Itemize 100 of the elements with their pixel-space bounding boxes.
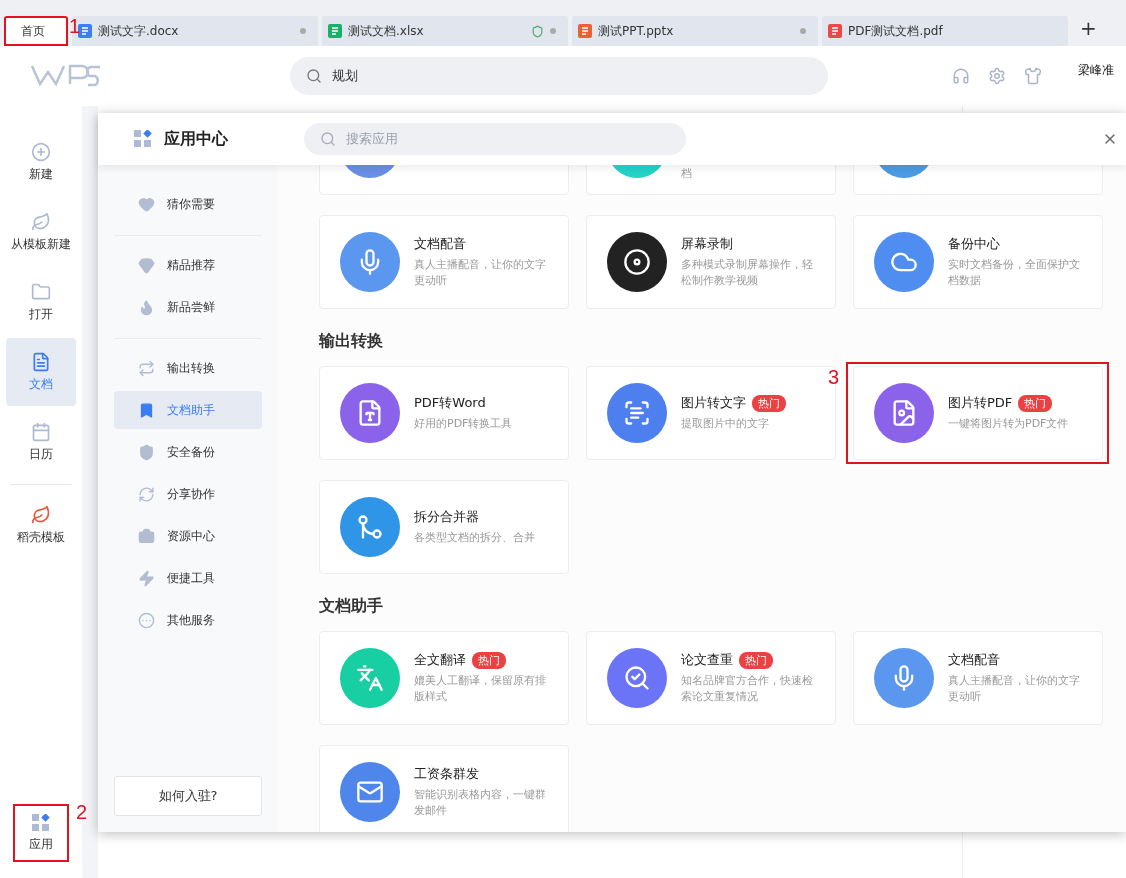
headset-icon[interactable] [952, 67, 970, 85]
search-field[interactable]: 规划 [290, 57, 828, 95]
tab-label: 首页 [21, 22, 45, 40]
app-description: 档 [681, 166, 692, 182]
file-type-icon [578, 24, 592, 38]
new-tab-button[interactable]: + [1080, 16, 1097, 40]
app-card[interactable]: 文档配音 真人主播配音，让你的文字更动听 [319, 215, 569, 309]
join-button[interactable]: 如何入驻? [114, 776, 262, 816]
search-icon [320, 131, 336, 147]
hot-badge: 热门 [739, 651, 773, 669]
sidebar-label: 稻壳模板 [17, 528, 65, 546]
shield-icon [531, 24, 544, 38]
sidebar-item[interactable]: 打开 [6, 268, 76, 336]
shirt-icon[interactable] [1024, 67, 1042, 85]
category-icon [138, 611, 155, 629]
app-card[interactable]: PDF转Word 好用的PDF转换工具 [319, 366, 569, 460]
sidebar-item[interactable]: 从模板新建 [6, 198, 76, 266]
app-name: 全文翻译 [414, 651, 466, 669]
category-icon [138, 401, 155, 419]
category-label: 资源中心 [167, 527, 215, 545]
category-item[interactable]: 精品推荐 [114, 246, 262, 284]
app-name: 图片转文字 [681, 394, 746, 412]
sidebar-label: 文档 [29, 375, 53, 393]
document-tab[interactable]: 测试文档.xlsx [322, 16, 568, 46]
sidebar-icon [31, 281, 51, 302]
app-description: 多种模式录制屏幕操作，轻松制作教学视频 [681, 257, 814, 289]
file-type-icon [78, 24, 92, 38]
app-name: 论文查重 [681, 651, 733, 669]
settings-icon[interactable] [988, 67, 1006, 85]
hot-badge: 热门 [1018, 394, 1053, 412]
app-description: 实时文档备份，全面保护文档数据 [948, 257, 1081, 289]
category-label: 分享协作 [167, 485, 215, 503]
tab-label: 测试PPT.pptx [598, 22, 675, 40]
app-name: 图片转PDF [948, 394, 1013, 412]
sidebar-item[interactable]: 稻壳模板 [6, 491, 76, 559]
app-card[interactable]: 论文查重 热门 知名品牌官方合作，快速检索论文重复情况 [586, 631, 836, 725]
category-icon [138, 569, 155, 587]
app-name: 文档配音 [414, 235, 466, 253]
user-name[interactable]: 梁峰准 [1078, 62, 1114, 79]
app-description: 各类型文档的拆分、合并 [414, 530, 535, 546]
category-item[interactable]: 其他服务 [114, 601, 262, 639]
category-label: 文档助手 [167, 401, 215, 419]
sidebar-label: 应用 [29, 835, 53, 853]
category-item[interactable]: 安全备份 [114, 433, 262, 471]
logo-icon [30, 64, 102, 88]
sidebar-icon [31, 211, 51, 232]
category-label: 输出转换 [167, 359, 215, 377]
apps-icon [32, 813, 50, 832]
app-card[interactable]: 文档配音 真人主播配音，让你的文字更动听 [853, 631, 1103, 725]
category-icon [138, 298, 155, 316]
annotation-number: 2 [75, 802, 87, 822]
app-card[interactable]: 工资条群发 智能识别表格内容，一键群发邮件 [319, 745, 569, 832]
app-card[interactable]: 屏幕录制 多种模式录制屏幕操作，轻松制作教学视频 [586, 215, 836, 309]
app-name: PDF转Word [414, 394, 486, 412]
category-item[interactable]: 新品尝鲜 [114, 288, 262, 326]
category-label: 猜你需要 [167, 195, 215, 213]
category-icon [138, 485, 155, 503]
app-card[interactable]: 全文翻译 热门 媲美人工翻译，保留原有排版样式 [319, 631, 569, 725]
app-card[interactable]: 拆分合并器 各类型文档的拆分、合并 [319, 480, 569, 574]
document-tab[interactable]: PDF测试文档.pdf [822, 16, 1068, 46]
unsaved-dot [800, 28, 806, 34]
app-name: 备份中心 [948, 235, 1000, 253]
dialog-title: 应用中心 [164, 128, 229, 150]
hot-badge: 热门 [472, 651, 506, 669]
sidebar-label: 日历 [29, 445, 53, 463]
category-item[interactable]: 资源中心 [114, 517, 262, 555]
app-description: 真人主播配音，让你的文字更动听 [948, 673, 1081, 705]
sidebar-item[interactable]: 日历 [6, 408, 76, 476]
unsaved-dot [550, 28, 556, 34]
category-label: 精品推荐 [167, 256, 215, 274]
category-item[interactable]: 便捷工具 [114, 559, 262, 597]
category-label: 安全备份 [167, 443, 215, 461]
sidebar-item[interactable]: 新建 [6, 128, 76, 196]
tab-label: PDF测试文档.pdf [848, 22, 944, 40]
unsaved-dot [300, 28, 306, 34]
search-icon [306, 68, 322, 84]
search-placeholder: 搜索应用 [346, 130, 398, 148]
document-tab[interactable]: 测试PPT.pptx [572, 16, 818, 46]
category-icon [138, 443, 155, 461]
app-description: 一键将图片转为PDF文件 [948, 416, 1069, 432]
file-type-icon [828, 24, 842, 38]
category-icon [138, 527, 155, 545]
app-description: 提取图片中的文字 [681, 416, 770, 432]
app-description: 媲美人工翻译，保留原有排版样式 [414, 673, 547, 705]
leaf-icon [31, 504, 51, 525]
sidebar-label: 打开 [29, 305, 53, 323]
category-label: 其他服务 [167, 611, 215, 629]
sidebar-label: 从模板新建 [11, 235, 71, 253]
app-name: 屏幕录制 [681, 235, 733, 253]
category-item[interactable]: 分享协作 [114, 475, 262, 513]
category-item[interactable]: 猜你需要 [114, 185, 262, 223]
app-description: 知名品牌官方合作，快速检索论文重复情况 [681, 673, 814, 705]
category-icon [138, 256, 155, 274]
app-description: 真人主播配音，让你的文字更动听 [414, 257, 547, 289]
hot-badge: 热门 [752, 394, 786, 412]
app-card[interactable]: 备份中心 实时文档备份，全面保护文档数据 [853, 215, 1103, 309]
category-item[interactable]: 输出转换 [114, 349, 262, 387]
sidebar-label: 新建 [29, 165, 53, 183]
category-icon [138, 195, 155, 213]
sidebar-icon [31, 351, 51, 372]
